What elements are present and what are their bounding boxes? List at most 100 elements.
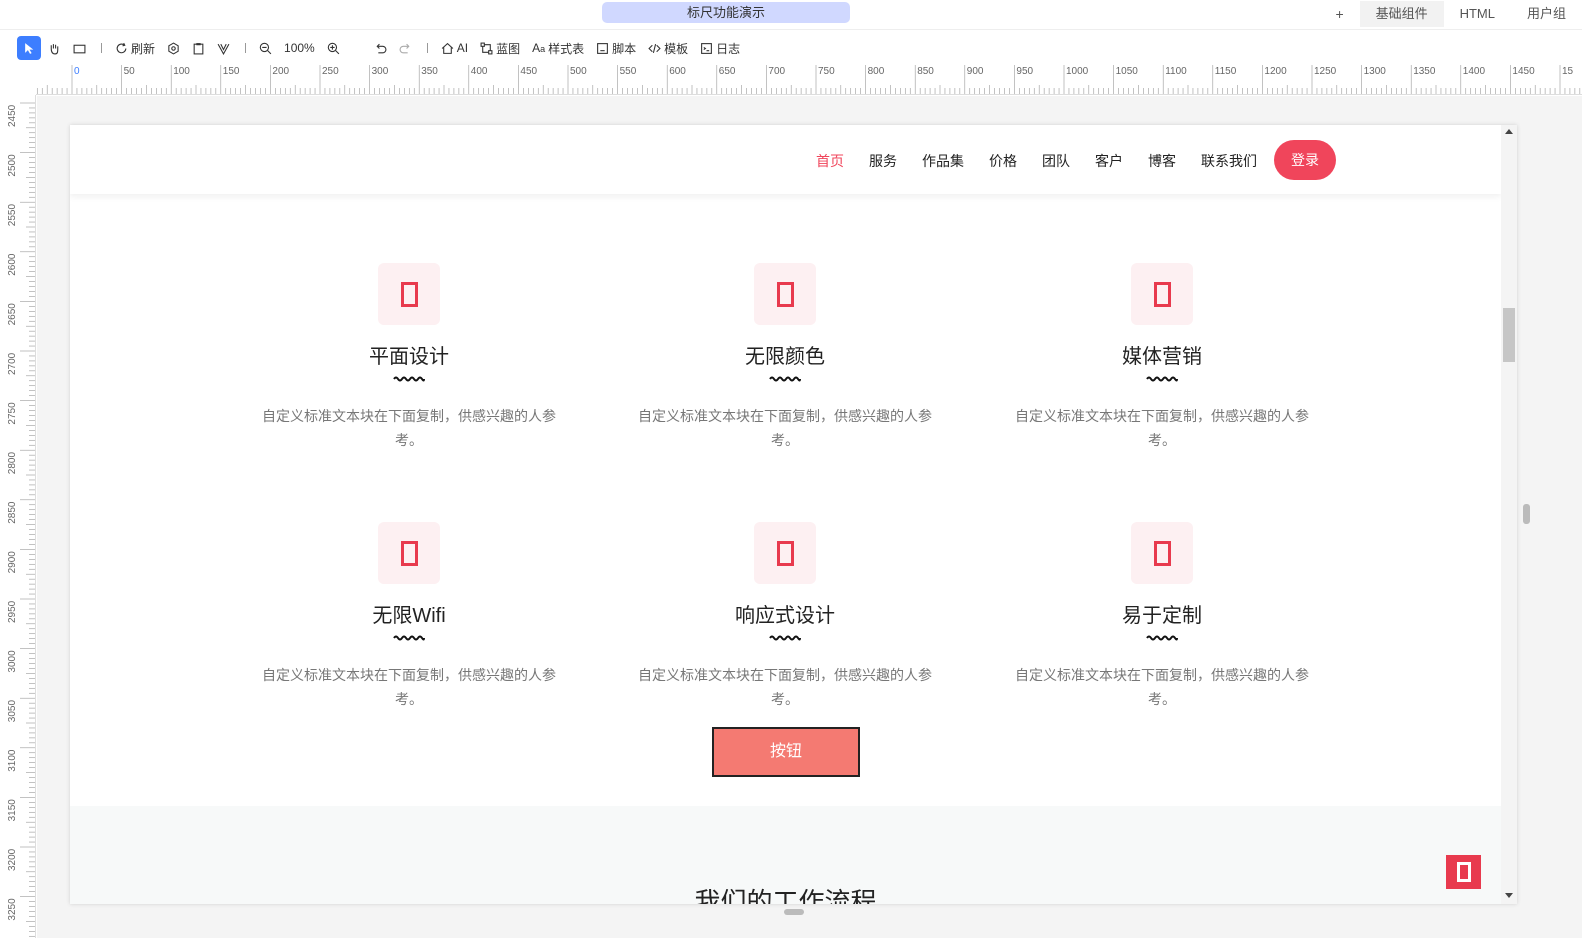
log-button[interactable]: 日志 [695, 36, 745, 60]
ruler-label: 1300 [1364, 66, 1387, 77]
add-tab-button[interactable]: + [1320, 6, 1360, 22]
hand-tool-button[interactable] [43, 36, 66, 60]
resize-handle-bottom[interactable] [784, 909, 804, 915]
ruler-label: 3000 [7, 650, 18, 673]
ruler-label: 2600 [7, 253, 18, 276]
tab-user[interactable]: 用户组 [1511, 1, 1582, 27]
nav-item-home[interactable]: 首页 [816, 151, 844, 171]
undo-button[interactable] [369, 36, 392, 60]
vertical-ruler[interactable]: 2450 2500 2550 2600 2650 2700 2750 2800 2850 2900… [0, 95, 36, 938]
feature-description: 自定义标准文本块在下面复制，供感兴趣的人参考。 [1015, 667, 1309, 707]
ruler-label: 650 [719, 66, 736, 77]
ai-button[interactable]: AI [436, 36, 473, 60]
login-button[interactable]: 登录 [1274, 140, 1336, 180]
panel-tabs: + 基础组件 HTML 用户组 [1320, 0, 1582, 28]
nav-item-team[interactable]: 团队 [1042, 151, 1070, 171]
ruler-label: 2700 [7, 352, 18, 375]
ruler-label: 150 [223, 66, 240, 77]
resize-handle-right[interactable] [1523, 504, 1530, 524]
ruler-label: 2950 [7, 600, 18, 623]
feature-title: 易于定制 [1122, 605, 1202, 627]
toolbar: 刷新 100% AI 蓝图 Aa 样式表 脚本 模板 日志 [0, 33, 1582, 63]
nav-item-portfolio[interactable]: 作品集 [922, 151, 964, 171]
script-button[interactable]: 脚本 [591, 36, 641, 60]
feature-icon [754, 263, 816, 325]
ruler-label: 15 [1562, 66, 1574, 77]
ruler-label: 1000 [1066, 66, 1089, 77]
vertical-ruler-scale: 2450 2500 2550 2600 2650 2700 2750 2800 2850 2900… [7, 102, 35, 937]
feature-description: 自定义标准文本块在下面复制，供感兴趣的人参考。 [1015, 408, 1309, 448]
ruler-label: 2450 [7, 104, 18, 127]
ruler-label: 1200 [1264, 66, 1287, 77]
feature-card: 响应式设计 自定义标准文本块在下面复制，供感兴趣的人参考。 [625, 522, 945, 711]
tab-basic-components[interactable]: 基础组件 [1359, 1, 1444, 27]
code-icon [648, 43, 661, 53]
zoom-in-button[interactable] [322, 36, 345, 60]
cta-button[interactable]: 按钮 [712, 727, 860, 777]
scroll-up-icon[interactable] [1505, 129, 1513, 134]
nav-item-clients[interactable]: 客户 [1095, 151, 1123, 171]
ruler-label: 700 [768, 66, 785, 77]
ruler-label: 50 [124, 66, 136, 77]
horizontal-ruler[interactable]: 0 50 100 150 200 250 300 350 400 450 500 550 600 650 7… [36, 63, 1582, 95]
template-button[interactable]: 模板 [643, 36, 693, 60]
nav-item-services[interactable]: 服务 [869, 151, 897, 171]
feature-description: 自定义标准文本块在下面复制，供感兴趣的人参考。 [262, 667, 556, 707]
window-title: 标尺功能演示 [602, 2, 850, 23]
zoom-out-button[interactable] [254, 36, 277, 60]
back-to-top-button[interactable] [1446, 855, 1481, 889]
blueprint-button[interactable]: 蓝图 [475, 36, 525, 60]
nav-item-blog[interactable]: 博客 [1148, 151, 1176, 171]
stylesheet-button[interactable]: Aa 样式表 [527, 36, 589, 60]
scrollbar-thumb[interactable] [1503, 308, 1515, 362]
redo-button[interactable] [394, 36, 417, 60]
scroll-down-icon[interactable] [1505, 893, 1513, 898]
ruler-label: 3250 [7, 898, 18, 921]
nav-item-pricing[interactable]: 价格 [989, 151, 1017, 171]
select-tool-button[interactable] [17, 36, 41, 60]
ruler-label: 1350 [1413, 66, 1436, 77]
ruler-label: 850 [917, 66, 934, 77]
ruler-label: 2550 [7, 204, 18, 227]
horizontal-ruler-scale: 0 50 100 150 200 250 300 350 400 450 500 550 600 650 7… [36, 65, 1581, 94]
wave-divider-icon [393, 635, 425, 641]
workflow-section-title: 我们的工作流程 [694, 887, 877, 904]
title-bar: 标尺功能演示 + 基础组件 HTML 用户组 [0, 0, 1582, 30]
ruler-label: 2750 [7, 402, 18, 425]
log-icon [701, 42, 713, 54]
vector-button[interactable] [212, 36, 235, 60]
feature-card: 无限颜色 自定义标准文本块在下面复制，供感兴趣的人参考。 [625, 263, 945, 452]
wave-divider-icon [1146, 376, 1178, 382]
ruler-label: 3200 [7, 848, 18, 871]
ruler-label: 400 [471, 66, 488, 77]
rectangle-tool-button[interactable] [68, 36, 91, 60]
ruler-label: 3150 [7, 799, 18, 822]
feature-description: 自定义标准文本块在下面复制，供感兴趣的人参考。 [638, 408, 932, 448]
home-icon [441, 42, 453, 54]
feature-description: 自定义标准文本块在下面复制，供感兴趣的人参考。 [638, 667, 932, 707]
divider [101, 43, 102, 53]
font-icon: Aa [532, 41, 546, 55]
ruler-label: 750 [818, 66, 835, 77]
rectangle-icon [73, 44, 86, 53]
blueprint-icon [480, 42, 493, 54]
zoom-level: 100% [284, 41, 315, 55]
ruler-label: 1150 [1215, 66, 1237, 77]
vector-icon [217, 43, 230, 55]
ruler-label: 1100 [1165, 66, 1187, 77]
feature-card: 无限Wifi 自定义标准文本块在下面复制，供感兴趣的人参考。 [249, 522, 569, 711]
page-preview: 首页 服务 作品集 价格 团队 客户 博客 联系我们 登录 平面设计 自定义标准… [70, 125, 1517, 904]
nav-item-contact[interactable]: 联系我们 [1201, 151, 1257, 171]
feature-title: 响应式设计 [735, 605, 835, 627]
clipboard-button[interactable] [187, 36, 210, 60]
zoom-out-icon [259, 42, 272, 54]
feature-title: 平面设计 [369, 346, 449, 368]
page-scrollbar[interactable] [1501, 125, 1517, 904]
template-label: 模板 [664, 41, 689, 56]
ruler-label: 2650 [7, 303, 18, 326]
refresh-button[interactable]: 刷新 [110, 36, 160, 60]
ruler-label: 3050 [7, 700, 18, 723]
tab-html[interactable]: HTML [1444, 1, 1511, 27]
stylesheet-label: 样式表 [548, 41, 585, 56]
settings-button[interactable] [162, 36, 185, 60]
